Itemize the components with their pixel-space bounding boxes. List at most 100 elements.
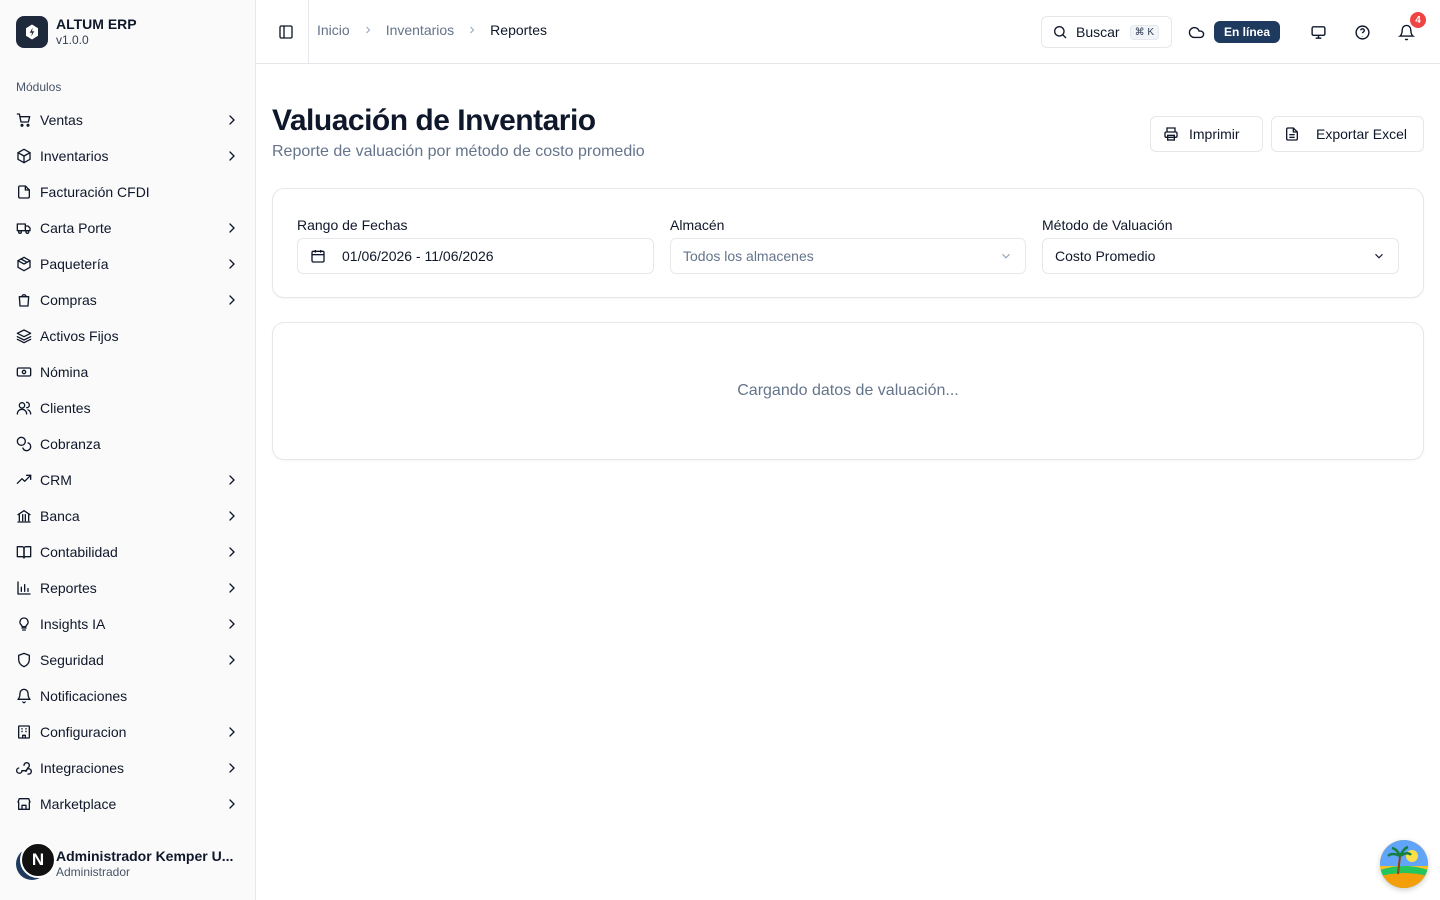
calendar-icon (311, 250, 325, 263)
box-icon (16, 256, 32, 272)
search-icon (1054, 26, 1067, 39)
user-profile[interactable]: N Administrador Kemper U... Administrado… (16, 842, 248, 886)
sidebar-item-label: Reportes (40, 580, 97, 596)
sidebar-item-compras[interactable]: Compras (8, 282, 248, 318)
package-icon (16, 148, 32, 164)
sidebar-item-activos-fijos[interactable]: Activos Fijos (8, 318, 248, 354)
chevron-right-icon (224, 580, 240, 596)
chevron-right-icon (224, 760, 240, 776)
printer-icon (1164, 127, 1178, 141)
warehouse-select[interactable]: Todos los almacenes (670, 238, 1026, 274)
sidebar-item-label: CRM (40, 472, 72, 488)
sidebar-item-paqueteria[interactable]: Paquetería (8, 246, 248, 282)
island-illustration-icon (1380, 840, 1428, 888)
warehouse-field: Almacén Todos los almacenes (670, 217, 1026, 274)
sidebar-item-carta-porte[interactable]: Carta Porte (8, 210, 248, 246)
breadcrumb-inventarios[interactable]: Inventarios (386, 22, 454, 38)
sidebar-item-banca[interactable]: Banca (8, 498, 248, 534)
chevron-right-icon (224, 220, 240, 236)
page-subtitle: Reporte de valuación por método de costo… (272, 143, 645, 160)
chevron-right-icon (224, 256, 240, 272)
sidebar-item-insights-ia[interactable]: Insights IA (8, 606, 248, 642)
brand-name: ALTUM ERP (56, 16, 137, 32)
search-label: Buscar (1076, 24, 1120, 40)
shield-icon (16, 652, 32, 668)
cloud-icon (1188, 24, 1205, 46)
building-icon (16, 724, 32, 740)
breadcrumb-inicio[interactable]: Inicio (317, 22, 350, 38)
trending-up-icon (16, 472, 32, 488)
sidebar-item-clientes[interactable]: Clientes (8, 390, 248, 426)
coins-icon (16, 436, 32, 452)
sidebar-section-label: Módulos (16, 80, 62, 94)
sidebar-item-label: Compras (40, 292, 97, 308)
sidebar-item-facturacion-cfdi[interactable]: Facturación CFDI (8, 174, 248, 210)
sidebar-item-label: Banca (40, 508, 80, 524)
sidebar-toggle-button[interactable] (272, 18, 300, 46)
notifications-count-badge: 4 (1410, 12, 1426, 28)
sidebar-item-label: Facturación CFDI (40, 184, 150, 200)
status-badge: En línea (1214, 21, 1281, 43)
chevron-right-icon (224, 472, 240, 488)
sidebar-item-seguridad[interactable]: Seguridad (8, 642, 248, 678)
user-role: Administrador (56, 865, 131, 879)
results-card: Cargando datos de valuación... (272, 322, 1424, 460)
sidebar-item-reportes[interactable]: Reportes (8, 570, 248, 606)
sidebar-item-marketplace[interactable]: Marketplace (8, 786, 248, 822)
shopping-bag-icon (16, 292, 32, 308)
monitor-button[interactable] (1308, 22, 1328, 42)
chevron-right-icon (224, 148, 240, 164)
sidebar-item-contabilidad[interactable]: Contabilidad (8, 534, 248, 570)
breadcrumb: Inicio Inventarios Reportes (317, 22, 547, 38)
sidebar-item-label: Activos Fijos (40, 328, 119, 344)
export-excel-button[interactable]: Exportar Excel (1271, 116, 1424, 152)
loading-message: Cargando datos de valuación... (737, 382, 959, 399)
date-range-picker[interactable]: 01/06/2026 - 11/06/2026 (297, 238, 654, 274)
sidebar-item-label: Clientes (40, 400, 91, 416)
chevron-right-icon (224, 796, 240, 812)
search-shortcut: ⌘ K (1129, 24, 1160, 40)
sidebar-item-cobranza[interactable]: Cobranza (8, 426, 248, 462)
top-header: Inicio Inventarios Reportes Buscar ⌘ K E… (256, 0, 1440, 64)
warehouse-placeholder: Todos los almacenes (683, 248, 814, 264)
sidebar-item-ventas[interactable]: Ventas (8, 102, 248, 138)
sidebar-item-label: Integraciones (40, 760, 125, 776)
truck-icon (16, 220, 32, 236)
monitor-icon (1310, 25, 1326, 39)
chevron-right-icon (224, 508, 240, 524)
users-icon (16, 400, 32, 416)
panel-left-icon (279, 25, 293, 39)
store-icon (16, 796, 32, 812)
page-title: Valuación de Inventario (272, 104, 596, 137)
sidebar-item-label: Paquetería (40, 256, 109, 272)
filters-card: Rango de Fechas 01/06/2026 - 11/06/2026 … (272, 188, 1424, 298)
valuation-method-select[interactable]: Costo Promedio (1042, 238, 1399, 274)
sidebar-item-integraciones[interactable]: Integraciones (8, 750, 248, 786)
bank-icon (16, 508, 32, 524)
date-range-field: Rango de Fechas 01/06/2026 - 11/06/2026 (297, 217, 654, 274)
sidebar-item-label: Ventas (40, 112, 83, 128)
search-button[interactable]: Buscar ⌘ K (1041, 16, 1172, 48)
chevron-right-icon (466, 24, 478, 36)
book-icon (16, 544, 32, 560)
print-button[interactable]: Imprimir (1150, 116, 1263, 152)
sidebar-item-inventarios[interactable]: Inventarios (8, 138, 248, 174)
avatar-letter: N (20, 842, 56, 878)
brand-logo-icon (16, 16, 48, 48)
breadcrumb-reportes: Reportes (490, 22, 547, 38)
sidebar-item-crm[interactable]: CRM (8, 462, 248, 498)
help-button[interactable] (1352, 22, 1372, 42)
assistant-fab-button[interactable] (1380, 840, 1428, 888)
sidebar-item-nomina[interactable]: Nómina (8, 354, 248, 390)
sidebar-item-label: Marketplace (40, 796, 117, 812)
chevron-right-icon (224, 112, 240, 128)
layers-icon (16, 328, 32, 344)
chevron-right-icon (224, 616, 240, 632)
chevron-right-icon (224, 652, 240, 668)
user-name: Administrador Kemper U... (56, 848, 234, 864)
sidebar-item-configuracion[interactable]: Configuracion (8, 714, 248, 750)
sidebar-item-notificaciones[interactable]: Notificaciones (8, 678, 248, 714)
brand[interactable]: ALTUM ERP v1.0.0 (16, 16, 137, 48)
valuation-method-field: Método de Valuación Costo Promedio (1042, 217, 1399, 274)
chevron-right-icon (224, 544, 240, 560)
